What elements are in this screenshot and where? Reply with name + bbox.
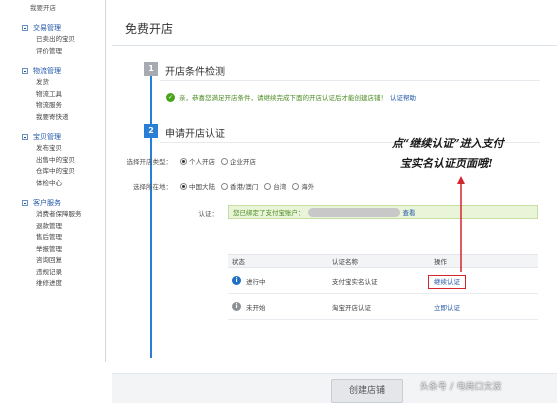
sidebar-item[interactable]: 举报管理: [12, 244, 105, 256]
sidebar-item[interactable]: 出售中的宝贝: [12, 155, 105, 167]
status-text: 未开始: [246, 303, 266, 312]
tutorial-annotation: 点“继续认证”进入支付 宝实名认证页面哦!: [392, 134, 552, 174]
radio-enterprise-shop[interactable]: [221, 157, 228, 165]
radio-label: 香港/澳门: [230, 183, 259, 191]
divider: [112, 45, 557, 46]
sidebar-item[interactable]: 我要寄快递: [12, 112, 105, 124]
sidebar-item[interactable]: 体检中心: [12, 178, 105, 190]
auth-label: 认证：: [198, 210, 219, 218]
radio-personal-shop[interactable]: [180, 157, 187, 165]
start-auth-link[interactable]: 立即认证: [434, 304, 460, 312]
continue-auth-link[interactable]: 继续认证: [428, 274, 466, 289]
sidebar-group-header[interactable]: 交易管理: [12, 22, 105, 34]
column-header-name: 认证名称: [332, 258, 358, 266]
auth-table: 状态 认证名称 操作 i 进行中 支付宝实名认证 继续认证 i 未开始 淘宝开店认证…: [228, 254, 538, 320]
collapse-icon[interactable]: [22, 200, 28, 206]
sidebar-item[interactable]: 评价管理: [12, 46, 105, 58]
create-shop-button[interactable]: 创建店铺: [331, 379, 403, 403]
radio-overseas[interactable]: [292, 182, 300, 190]
condition-check-message: ✓ 亲，恭喜您满足开店条件，请继续完成下面的开店认证后才能创建店铺！ 认证帮助: [166, 92, 416, 102]
shop-type-row: 选择开店类型： 个人开店 企业开店: [110, 156, 258, 166]
step2-title: 申请开店认证: [165, 129, 225, 140]
status-cell: i 进行中: [228, 276, 332, 286]
sidebar-item[interactable]: 消费者保障服务: [12, 209, 105, 221]
auth-name-cell: 淘宝开店认证: [332, 303, 371, 312]
location-row: 选择所在地： 中国大陆 香港/澳门 台湾 海外: [110, 181, 316, 191]
page-title: 免费开店: [125, 22, 174, 36]
radio-label: 海外: [301, 183, 315, 191]
sidebar-item[interactable]: 已卖出的宝贝: [12, 34, 105, 46]
step-number-2: 2: [144, 124, 158, 138]
divider: [160, 80, 540, 81]
sidebar-item[interactable]: 维修进度: [12, 278, 105, 290]
annotation-line-1: 点“继续认证”进入支付: [392, 137, 504, 150]
annotation-line-2: 宝实名认证页面哦!: [400, 157, 493, 170]
radio-hk-macao[interactable]: [221, 182, 228, 190]
column-header-action: 操作: [434, 258, 447, 266]
column-header-status: 状态: [232, 258, 245, 266]
sidebar-item[interactable]: 售后管理: [12, 232, 105, 244]
radio-label: 台湾: [273, 183, 287, 191]
collapse-icon[interactable]: [22, 25, 28, 31]
sidebar-group-title: 物流管理: [33, 67, 61, 75]
status-text: 进行中: [246, 277, 266, 286]
check-circle-icon: ✓: [166, 92, 175, 102]
info-icon: i: [232, 302, 241, 311]
sidebar-group-header[interactable]: 物流管理: [12, 65, 105, 77]
sidebar-item[interactable]: 物流工具: [12, 89, 105, 101]
auth-help-link[interactable]: 认证帮助: [390, 92, 416, 102]
action-cell: 立即认证: [434, 302, 538, 312]
sidebar-group-trade: 交易管理 已卖出的宝贝 评价管理: [12, 22, 105, 57]
auth-row: 认证：: [130, 208, 222, 218]
action-cell: 继续认证: [428, 274, 538, 289]
radio-taiwan[interactable]: [264, 182, 272, 190]
sidebar-item[interactable]: 物流服务: [12, 100, 105, 112]
sidebar-group-service: 客户服务 消费者保障服务 退款管理 售后管理 举报管理 咨询回复 违规记录 维修…: [12, 197, 105, 290]
sidebar-group-title: 客户服务: [33, 199, 61, 207]
sidebar-group-header[interactable]: 客户服务: [12, 197, 105, 209]
sidebar: 我要开店 交易管理 已卖出的宝贝 评价管理 物流管理 发货 物流工具 物流服务 …: [12, 0, 106, 362]
table-row: i 未开始 淘宝开店认证 立即认证: [228, 294, 538, 320]
sidebar-item[interactable]: 咨询回复: [12, 255, 105, 267]
sidebar-item[interactable]: 退款管理: [12, 221, 105, 233]
sidebar-group-logistics: 物流管理 发货 物流工具 物流服务 我要寄快递: [12, 65, 105, 123]
sidebar-item[interactable]: 发布宝贝: [12, 143, 105, 155]
location-label: 选择所在地：: [133, 183, 172, 191]
status-cell: i 未开始: [228, 302, 332, 312]
auth-binding-bar: 您已绑定了支付宝账户： 查看: [228, 205, 538, 219]
view-account-link[interactable]: 查看: [403, 207, 416, 217]
collapse-icon[interactable]: [22, 68, 28, 74]
collapse-icon[interactable]: [22, 134, 28, 140]
radio-label: 中国大陆: [189, 183, 215, 191]
sidebar-group-items: 宝贝管理 发布宝贝 出售中的宝贝 仓库中的宝贝 体检中心: [12, 131, 105, 189]
table-row: i 进行中 支付宝实名认证 继续认证: [228, 268, 538, 294]
sidebar-group-header[interactable]: 宝贝管理: [12, 131, 105, 143]
step1-title: 开店条件检测: [165, 67, 225, 78]
sidebar-item[interactable]: 发货: [12, 77, 105, 89]
sidebar-group-title: 交易管理: [33, 24, 61, 32]
radio-mainland[interactable]: [180, 182, 187, 190]
radio-label: 个人开店: [189, 158, 215, 166]
watermark: 头条号 / 电商口文波: [420, 382, 502, 392]
sidebar-item[interactable]: 仓库中的宝贝: [12, 166, 105, 178]
condition-message-text: 亲，恭喜您满足开店条件，请继续完成下面的开店认证后才能创建店铺！: [179, 94, 387, 102]
auth-name-cell: 支付宝实名认证: [332, 277, 378, 286]
arrow-head: [457, 176, 465, 184]
sidebar-item-open-shop[interactable]: 我要开店: [12, 0, 105, 14]
step-number-1: 1: [144, 62, 158, 76]
auth-binding-text: 您已绑定了支付宝账户：: [233, 209, 305, 217]
shop-type-label: 选择开店类型：: [126, 158, 173, 166]
sidebar-group-title: 宝贝管理: [33, 133, 61, 141]
masked-account: [307, 207, 400, 217]
table-header: 状态 认证名称 操作: [228, 254, 538, 268]
info-icon: i: [232, 276, 241, 285]
radio-label: 企业开店: [230, 158, 256, 166]
sidebar-item[interactable]: 违规记录: [12, 267, 105, 279]
